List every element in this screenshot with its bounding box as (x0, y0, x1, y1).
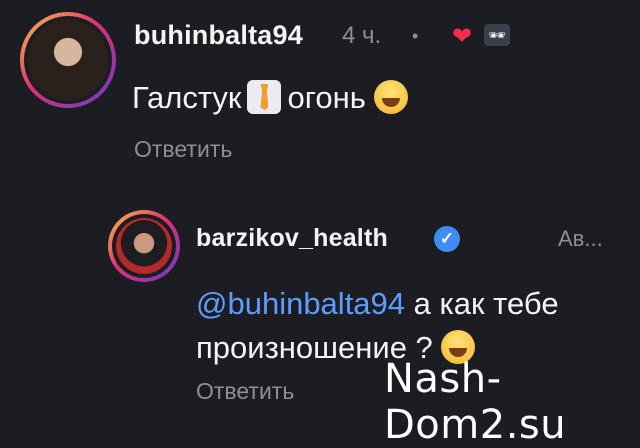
author-badge: Ав... (558, 226, 603, 251)
commenter-username[interactable]: buhinbalta94 (134, 20, 303, 51)
verified-icon: ✓ (434, 226, 460, 252)
replier-avatar[interactable] (108, 210, 180, 282)
heart-icon: ❤ (452, 23, 473, 50)
reply-text-part1: а как тебе (413, 286, 559, 321)
comment-time: 4 ч. (342, 22, 382, 49)
comment-text-part1: Галстук (132, 80, 242, 115)
commenter-avatar[interactable] (20, 12, 116, 108)
reply-button[interactable]: Ответить (134, 136, 232, 163)
necktie-emoji-icon (247, 80, 282, 114)
comment-text-part2: огонь (287, 80, 366, 115)
watermark: Nash-Dom2.su (384, 356, 567, 448)
comment-text: Галстук огонь (132, 80, 408, 116)
reply-text-line1: @buhinbalta94 а как тебе (196, 286, 559, 322)
creator-avatar-mini-icon: 🕶 (484, 24, 510, 46)
reply-button-2[interactable]: Ответить (196, 378, 294, 405)
laughing-emoji-icon (373, 80, 408, 114)
mention-link[interactable]: @buhinbalta94 (196, 286, 405, 321)
separator-dot: • (412, 26, 419, 46)
replier-username[interactable]: barzikov_health (196, 224, 388, 253)
